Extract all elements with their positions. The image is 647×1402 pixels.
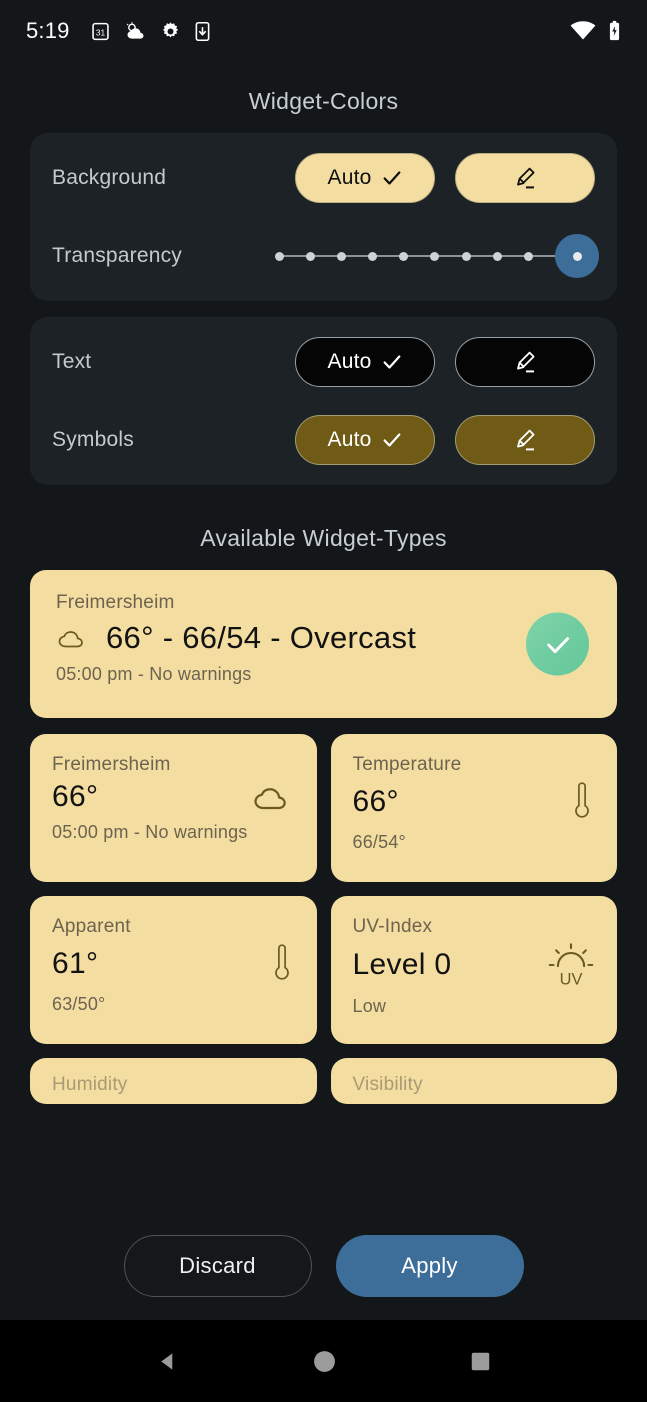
settings-scroll-area[interactable]: Widget-Colors Background Auto Transparen… [0, 62, 647, 1222]
symbols-label: Symbols [52, 428, 134, 451]
widget-type-card-apparent[interactable]: Apparent 61° 63/50° [30, 896, 317, 1044]
action-bar: Discard Apply [0, 1212, 647, 1320]
symbols-custom-color-button[interactable] [455, 415, 595, 465]
widget-colors-heading: Widget-Colors [248, 88, 399, 114]
widget-card-main-row: 66° - 66/54 - Overcast [56, 620, 591, 656]
pencil-edit-icon [517, 167, 535, 189]
widget-type-grid-row-1: Freimersheim 66° 05:00 pm - No warnings … [30, 734, 617, 882]
battery-charging-icon [609, 20, 620, 41]
slider-thumb[interactable] [555, 234, 599, 278]
home-circle-icon [314, 1350, 335, 1372]
text-controls: Auto [295, 337, 595, 387]
widget-card-location: Freimersheim [56, 592, 175, 613]
background-settings-group: Background Auto Transparency [30, 133, 617, 301]
widget-card-subtext: 05:00 pm - No warnings [56, 664, 252, 684]
widget-card-title: Visibility [352, 1074, 423, 1095]
symbols-auto-label: Auto [327, 428, 372, 451]
thermometer-icon [274, 944, 289, 980]
cloud-icon [253, 788, 286, 810]
background-label: Background [52, 166, 167, 189]
download-to-phone-icon [195, 21, 210, 41]
background-controls: Auto [295, 153, 595, 203]
symbols-row: Symbols Auto [52, 401, 595, 479]
widget-card-summary: 66° - 66/54 - Overcast [106, 620, 417, 655]
transparency-row: Transparency [52, 217, 599, 295]
check-circle-icon [546, 636, 569, 653]
check-icon [383, 171, 400, 185]
widget-card-value: 66° [52, 780, 99, 813]
widget-card-subtext: 63/50° [52, 994, 106, 1014]
widget-type-card-uv-index[interactable]: UV-Index Level 0 UV Low [330, 896, 617, 1044]
wifi-icon [570, 21, 596, 40]
widget-types-heading: Available Widget-Types [200, 525, 447, 551]
widget-card-subtext: 05:00 pm - No warnings [52, 822, 248, 842]
background-row: Background Auto [52, 139, 595, 217]
back-button[interactable] [156, 1350, 179, 1373]
text-symbol-settings-group: Text Auto Symbols Auto [30, 317, 617, 485]
text-label: Text [52, 350, 92, 373]
android-navigation-bar [0, 1320, 647, 1402]
partly-cloudy-icon [126, 21, 144, 39]
back-triangle-icon [161, 1352, 173, 1370]
pencil-edit-icon [517, 351, 535, 373]
symbols-auto-button[interactable]: Auto [295, 415, 435, 465]
text-row: Text Auto [52, 323, 595, 401]
pencil-edit-icon [517, 429, 535, 451]
recents-button[interactable] [470, 1351, 491, 1372]
text-auto-label: Auto [327, 350, 372, 373]
transparency-slider[interactable] [275, 231, 599, 281]
calendar-31-icon: 31 [91, 22, 109, 40]
gear-icon [162, 21, 178, 37]
cloud-icon [58, 631, 83, 648]
widget-type-grid-row-3-clipped: Humidity Visibility [30, 1058, 617, 1104]
symbols-controls: Auto [295, 415, 595, 465]
widget-type-grid-row-2: Apparent 61° 63/50° UV-Index Level 0 UV … [30, 896, 617, 1044]
text-custom-color-button[interactable] [455, 337, 595, 387]
slider-tick-marks [275, 251, 595, 261]
thermometer-icon [575, 782, 589, 818]
uv-sun-icon: UV [548, 943, 594, 988]
widget-type-card-full[interactable]: Freimersheim 66° - 66/54 - Overcast 05:0… [30, 570, 617, 718]
widget-type-card-visibility[interactable]: Visibility [330, 1058, 617, 1104]
svg-text:31: 31 [96, 27, 106, 37]
transparency-label: Transparency [52, 244, 183, 267]
check-icon [383, 355, 400, 369]
status-bar-notification-icons: 31 [90, 21, 211, 42]
discard-button[interactable]: Discard [123, 1235, 312, 1297]
background-custom-color-button[interactable] [455, 153, 595, 203]
widget-card-title: Temperature [352, 754, 462, 775]
widget-type-card-humidity[interactable]: Humidity [30, 1058, 317, 1104]
widget-card-selected-badge[interactable] [526, 612, 589, 676]
widget-card-value: Level 0 [352, 948, 452, 981]
widget-type-card-temperature[interactable]: Temperature 66° 66/54° [330, 734, 617, 882]
apply-button[interactable]: Apply [335, 1235, 524, 1297]
status-bar-clock: 5:19 [26, 18, 70, 43]
widget-card-title: Apparent [52, 916, 131, 937]
background-auto-label: Auto [327, 166, 372, 189]
status-bar: 5:19 31 [0, 0, 647, 62]
text-auto-button[interactable]: Auto [295, 337, 435, 387]
widget-card-title: Freimersheim [52, 754, 171, 775]
recents-square-icon [471, 1352, 489, 1370]
widget-card-subtext: 66/54° [352, 832, 406, 852]
check-icon [383, 433, 400, 447]
background-auto-button[interactable]: Auto [295, 153, 435, 203]
status-bar-system-icons [570, 20, 621, 42]
widget-type-card-location[interactable]: Freimersheim 66° 05:00 pm - No warnings [30, 734, 317, 882]
widget-card-title: UV-Index [352, 916, 433, 937]
home-button[interactable] [312, 1349, 337, 1374]
widget-card-title: Humidity [52, 1074, 128, 1095]
widget-card-subtext: Low [352, 996, 387, 1016]
svg-text:UV: UV [560, 971, 583, 988]
widget-card-value: 66° [352, 785, 399, 818]
widget-card-value: 61° [52, 947, 99, 980]
